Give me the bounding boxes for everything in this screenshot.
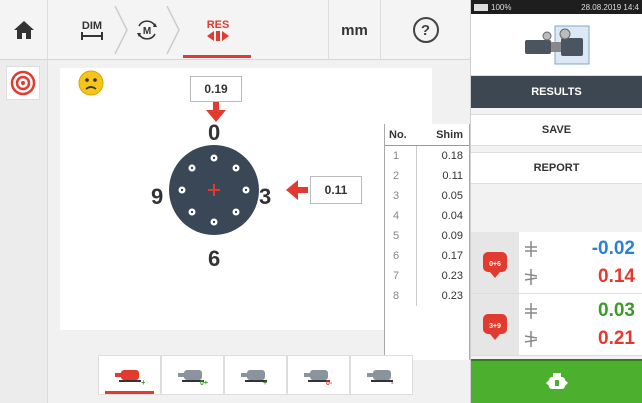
- table-row: 4 0.04: [385, 206, 469, 226]
- vertical-offset-value: -0.02: [591, 237, 635, 259]
- battery-icon: [474, 3, 488, 11]
- battery-indicator: 100%: [474, 3, 511, 12]
- results-step-button[interactable]: RES: [186, 0, 250, 60]
- table-row: 5 0.09: [385, 226, 469, 246]
- vertical-results: 0+6 -0.02 0.14: [471, 232, 642, 294]
- shim-table: No. Shim 1 0.18 2 0.11 3 0.05 4 0.04 5 0.09 6…: [384, 124, 470, 360]
- shim-table-header: No. Shim: [385, 124, 469, 146]
- move-live-button[interactable]: [471, 359, 642, 403]
- vertical-direction-badge: 0+6: [471, 232, 519, 293]
- machine-move-left-icon: +: [240, 370, 267, 386]
- horizontal-offset-row: 0.03: [519, 297, 642, 325]
- help-icon: ?: [412, 17, 439, 43]
- top-toolbar: DIM M RES mm ?: [0, 0, 470, 60]
- home-button[interactable]: [0, 0, 48, 60]
- table-row: 7 0.23: [385, 266, 469, 286]
- machine-move-right-icon: 0-: [303, 370, 333, 386]
- horizontal-direction-badge: 3+9: [471, 294, 519, 355]
- tab-move-horizontal-add[interactable]: +: [224, 355, 287, 395]
- offset-symbol-icon: [525, 240, 537, 257]
- vertical-values: -0.02 0.14: [519, 232, 642, 293]
- move-machine-icon: [546, 373, 568, 389]
- horizontal-values: 0.03 0.21: [519, 294, 642, 355]
- save-button[interactable]: SAVE: [471, 114, 642, 146]
- main-area: 0.19 0 9 3 6 0.11 No. Shim 1 0.18 2 0.11…: [48, 60, 470, 403]
- dimension-arrow-icon: [81, 31, 103, 40]
- left-arrow-icon: [286, 180, 308, 200]
- left-tool-strip: [0, 60, 48, 403]
- unit-toggle[interactable]: mm: [328, 0, 380, 60]
- table-row: 6 0.17: [385, 246, 469, 266]
- tab-move-horizontal-subtract[interactable]: 0-: [287, 355, 350, 395]
- results-values: 0+6 -0.02 0.14 3+9 0.03 0.21: [471, 232, 642, 356]
- horizontal-offset-value: 0.03: [598, 299, 635, 321]
- offset-symbol-icon: [525, 302, 537, 319]
- top-value-box: 0.19: [190, 76, 242, 102]
- right-value-box: 0.11: [310, 176, 362, 204]
- tab-move-shim-remove[interactable]: -: [350, 355, 413, 395]
- home-icon: [13, 21, 34, 39]
- machine-train-icon: [524, 25, 589, 64]
- clock-12-label: 0: [208, 120, 221, 145]
- clock-9-label: 9: [151, 184, 164, 209]
- coupling-face-diagram: [169, 145, 259, 235]
- svg-text:M: M: [143, 26, 151, 37]
- status-bar: 100% 28.08.2019 14:4: [471, 0, 642, 14]
- dim-step-button[interactable]: DIM: [72, 0, 112, 60]
- svg-text:+: +: [263, 380, 267, 386]
- clock-3-label: 3: [259, 184, 272, 209]
- breadcrumb-chevron-icon: [166, 6, 180, 54]
- dim-label: DIM: [81, 19, 103, 32]
- vertical-angularity-value: 0.14: [598, 265, 635, 287]
- svg-text:0+6: 0+6: [489, 261, 501, 268]
- table-row: 8 0.23: [385, 286, 469, 306]
- coupling-vertical-icon: 0+6: [483, 251, 507, 278]
- horizontal-angularity-row: 0.21: [519, 325, 642, 353]
- vertical-offset-row: -0.02: [519, 235, 642, 263]
- right-panel: 100% 28.08.2019 14:4 RESULTS SAVE REPORT…: [470, 0, 642, 403]
- machine-shim-remove-icon: -: [366, 370, 394, 386]
- results-header: RESULTS: [471, 76, 642, 108]
- measure-rotation-icon: M: [137, 20, 157, 40]
- res-label: RES: [206, 18, 230, 31]
- table-row: 1 0.18: [385, 146, 469, 166]
- svg-text:+: +: [141, 378, 145, 386]
- machine-train-thumbnail[interactable]: [471, 14, 642, 76]
- results-arrows-icon: [207, 30, 229, 41]
- coupling-horizontal-icon: 3+9: [483, 313, 507, 340]
- vertical-angularity-row: 0.14: [519, 263, 642, 291]
- tab-move-vertical-subtract[interactable]: 0+: [161, 355, 224, 395]
- help-button[interactable]: ?: [380, 0, 470, 60]
- machine-move-up-icon: +: [114, 370, 145, 386]
- svg-text:-: -: [391, 378, 394, 386]
- horizontal-results: 3+9 0.03 0.21: [471, 294, 642, 356]
- measure-step-button[interactable]: M: [130, 0, 164, 60]
- target-button[interactable]: [6, 66, 40, 100]
- measurement-canvas: 0.19 0 9 3 6 0.11: [60, 68, 432, 330]
- unit-label: mm: [341, 21, 368, 39]
- horizontal-angularity-value: 0.21: [598, 327, 635, 349]
- clock-6-label: 6: [208, 246, 221, 271]
- svg-text:0+: 0+: [200, 380, 208, 386]
- table-row: 2 0.11: [385, 166, 469, 186]
- down-arrow-icon: [206, 102, 226, 122]
- breadcrumb-chevron-icon: [114, 6, 128, 54]
- machine-move-down-icon: 0+: [177, 370, 208, 386]
- tab-move-vertical-add[interactable]: +: [98, 355, 161, 395]
- svg-text:3+9: 3+9: [489, 323, 501, 330]
- move-mode-tabs: + 0+ + 0- -: [98, 355, 413, 395]
- table-row: 3 0.05: [385, 186, 469, 206]
- active-step-indicator: [183, 55, 251, 58]
- svg-text:0-: 0-: [326, 380, 333, 386]
- angularity-symbol-icon: [525, 268, 537, 285]
- datetime-label: 28.08.2019 14:4: [581, 2, 639, 12]
- angularity-symbol-icon: [525, 330, 537, 347]
- report-button[interactable]: REPORT: [471, 152, 642, 184]
- tolerance-sad-face-icon: [78, 70, 104, 96]
- target-icon: [10, 70, 36, 96]
